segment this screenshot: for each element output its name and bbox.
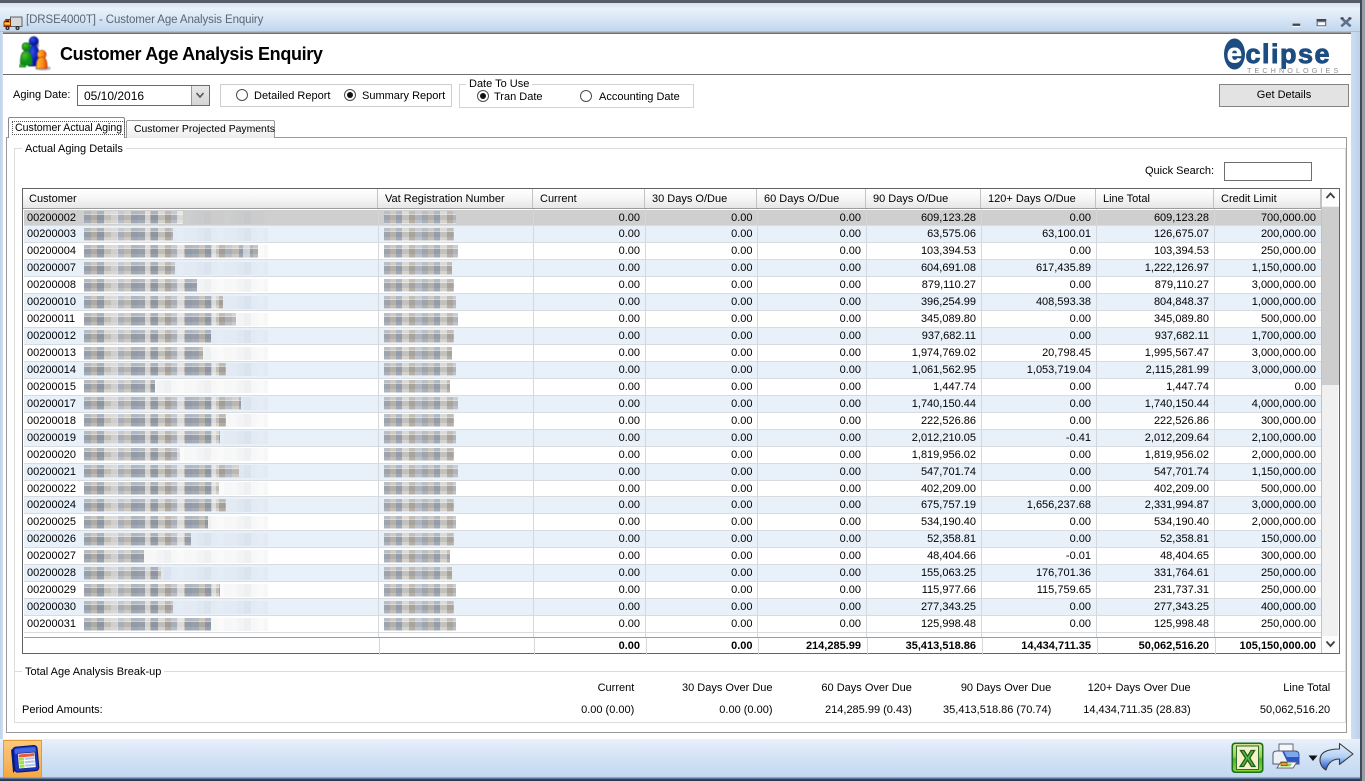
svg-text:clipse: clipse [1246, 39, 1332, 69]
svg-text:e: e [1227, 37, 1242, 68]
svg-text:TECHNOLOGIES: TECHNOLOGIES [1247, 66, 1341, 75]
svg-text:X: X [1240, 746, 1256, 772]
